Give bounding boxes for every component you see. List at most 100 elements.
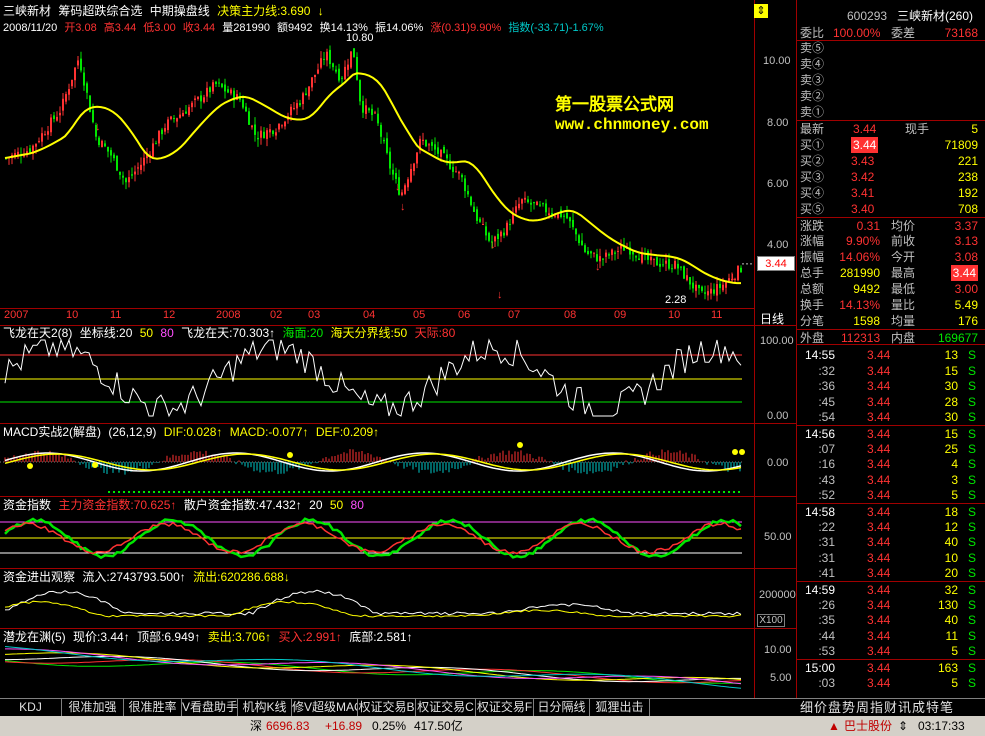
candle-body bbox=[272, 130, 274, 135]
indicator-tab[interactable]: 很准加强 bbox=[62, 699, 124, 716]
tick-row[interactable]: :03 3.44 5 S bbox=[797, 675, 985, 691]
panel5-sell: 卖出:3.706↑ bbox=[207, 630, 272, 644]
chart-canvas[interactable]: ↓ ↓ ↓ ↓ ↓ ↓ ↓ bbox=[0, 0, 796, 698]
tick-row[interactable]: :16 3.44 4 S bbox=[797, 456, 985, 472]
tick-row[interactable]: 14:59 3.44 32 S bbox=[797, 581, 985, 597]
panel3-name[interactable]: 资金指数 bbox=[3, 498, 51, 512]
stat-row: 总额 9492 最低 3.00 bbox=[797, 281, 985, 297]
ask-level-row[interactable]: 卖④ bbox=[797, 56, 985, 72]
candle-body bbox=[416, 152, 418, 164]
ask-level-row[interactable]: 卖② bbox=[797, 88, 985, 104]
tick-side: S bbox=[967, 550, 976, 565]
indicator-tab[interactable]: 很准胜率 bbox=[124, 699, 182, 716]
ask-level-row[interactable]: 卖① bbox=[797, 104, 985, 120]
candle-body bbox=[392, 169, 394, 175]
signal-dot bbox=[523, 491, 525, 493]
signal-dot bbox=[223, 491, 225, 493]
candle-body bbox=[386, 138, 388, 153]
tick-side: S bbox=[967, 613, 976, 628]
panel2-name[interactable]: MACD实战2(解盘) bbox=[3, 425, 101, 439]
indicator-tab[interactable]: 机构K线 bbox=[238, 699, 292, 716]
tick-row[interactable]: :52 3.44 5 S bbox=[797, 487, 985, 503]
candle-body bbox=[659, 263, 661, 267]
period-label: 中期操盘线 bbox=[149, 4, 210, 18]
tick-row[interactable]: 14:58 3.44 18 S bbox=[797, 503, 985, 519]
ask-level-row[interactable]: 卖③ bbox=[797, 72, 985, 88]
stock-name[interactable]: 三峡新材 bbox=[3, 4, 51, 18]
signal-dot bbox=[323, 491, 325, 493]
tick-row[interactable]: :44 3.44 11 S bbox=[797, 628, 985, 644]
tick-time: 14:55 bbox=[804, 348, 835, 362]
tick-side: S bbox=[967, 628, 976, 643]
bar-amount: 额9492 bbox=[277, 22, 313, 34]
tick-row[interactable]: :53 3.44 5 S bbox=[797, 643, 985, 659]
signal-dot bbox=[313, 491, 315, 493]
signal-dot bbox=[683, 491, 685, 493]
indicator-tab[interactable]: 权证交易B bbox=[358, 699, 416, 716]
stat-value: 14.13% bbox=[839, 298, 880, 312]
signal-dot bbox=[538, 491, 540, 493]
tick-price: 3.44 bbox=[867, 535, 891, 550]
tick-row[interactable]: :36 3.44 30 S bbox=[797, 378, 985, 394]
indicator-tab[interactable]: 权证交易C bbox=[416, 699, 476, 716]
candle-body bbox=[188, 107, 190, 116]
indicator-tab[interactable]: 修V超级MACD bbox=[292, 699, 358, 716]
candle-body bbox=[680, 266, 682, 268]
bid-level-row[interactable]: 买③ 3.42 238 bbox=[797, 169, 985, 185]
candle-body bbox=[203, 97, 205, 103]
tick-row[interactable]: :26 3.44 130 S bbox=[797, 597, 985, 613]
candle-body bbox=[92, 110, 94, 123]
tick-row[interactable]: 14:55 3.44 13 S bbox=[797, 347, 985, 363]
bid-level-row[interactable]: 买④ 3.41 192 bbox=[797, 185, 985, 201]
candle-body bbox=[353, 48, 355, 58]
bid-level-row[interactable]: 买② 3.43 221 bbox=[797, 153, 985, 169]
tick-row[interactable]: :31 3.44 40 S bbox=[797, 534, 985, 550]
candle-body bbox=[176, 118, 178, 122]
tick-row[interactable]: :54 3.44 30 S bbox=[797, 409, 985, 425]
candle-body bbox=[389, 151, 391, 169]
signal-dot bbox=[348, 491, 350, 493]
candle-body bbox=[548, 213, 550, 216]
indicator-tab[interactable]: 日分隔线 bbox=[534, 699, 590, 716]
indicator-tab[interactable]: 狐狸出击 bbox=[590, 699, 650, 716]
panel5-name[interactable]: 潜龙在渊(5) bbox=[3, 630, 66, 644]
signal-dot bbox=[663, 491, 665, 493]
candle-body bbox=[713, 289, 715, 294]
bar-low: 低3.00 bbox=[143, 22, 176, 34]
indicator-tab[interactable]: KDJ bbox=[0, 699, 62, 716]
tick-row[interactable]: :07 3.44 25 S bbox=[797, 441, 985, 457]
ticker-name[interactable]: 巴士股份 bbox=[844, 716, 892, 736]
tick-row[interactable]: :31 3.44 10 S bbox=[797, 550, 985, 566]
candle-body bbox=[86, 83, 88, 93]
candle-body bbox=[284, 121, 286, 127]
candle-body bbox=[518, 203, 520, 209]
candle-body bbox=[65, 94, 67, 102]
bid-level-row[interactable]: 买⑤ 3.40 708 bbox=[797, 201, 985, 217]
stat-value: 176 bbox=[957, 314, 978, 328]
tick-row[interactable]: :41 3.44 20 S bbox=[797, 565, 985, 581]
right-view-tabs[interactable]: 细价盘势周指财讯成特笔 bbox=[796, 699, 985, 716]
panel1-header: 飞龙在天2(8) 坐标线:20 50 80 飞龙在天:70.303↑ 海面:20… bbox=[3, 325, 459, 341]
ask-level-row[interactable]: 卖⑤ bbox=[797, 40, 985, 56]
scroll-up-button[interactable]: ⇕ bbox=[754, 4, 768, 18]
tick-row[interactable]: :43 3.44 3 S bbox=[797, 472, 985, 488]
tick-side: S bbox=[967, 661, 976, 675]
tick-row[interactable]: :45 3.44 28 S bbox=[797, 394, 985, 410]
indicator-name[interactable]: 筹码超跌综合选 bbox=[58, 4, 142, 18]
panel4-name[interactable]: 资金进出观察 bbox=[3, 570, 75, 584]
indicator-tab[interactable]: V看盘助手 bbox=[182, 699, 238, 716]
tick-row[interactable]: :22 3.44 12 S bbox=[797, 519, 985, 535]
bid-level-row[interactable]: 买① 3.44 71809 bbox=[797, 137, 985, 153]
indicator-tab[interactable]: 权证交易F bbox=[476, 699, 534, 716]
candle-body bbox=[608, 254, 610, 256]
period-button[interactable]: 日线 bbox=[760, 310, 784, 327]
time-axis-label: 06 bbox=[458, 309, 471, 321]
candle-body bbox=[320, 58, 322, 68]
tick-row[interactable]: :32 3.44 15 S bbox=[797, 363, 985, 379]
tick-row[interactable]: :35 3.44 40 S bbox=[797, 612, 985, 628]
tick-row[interactable]: 14:56 3.44 15 S bbox=[797, 425, 985, 441]
panel1-name[interactable]: 飞龙在天2(8) bbox=[3, 326, 72, 340]
bid-price: 3.43 bbox=[851, 154, 875, 168]
signal-arrow: ↓ bbox=[400, 201, 406, 213]
tick-row[interactable]: 15:00 3.44 163 S bbox=[797, 659, 985, 675]
